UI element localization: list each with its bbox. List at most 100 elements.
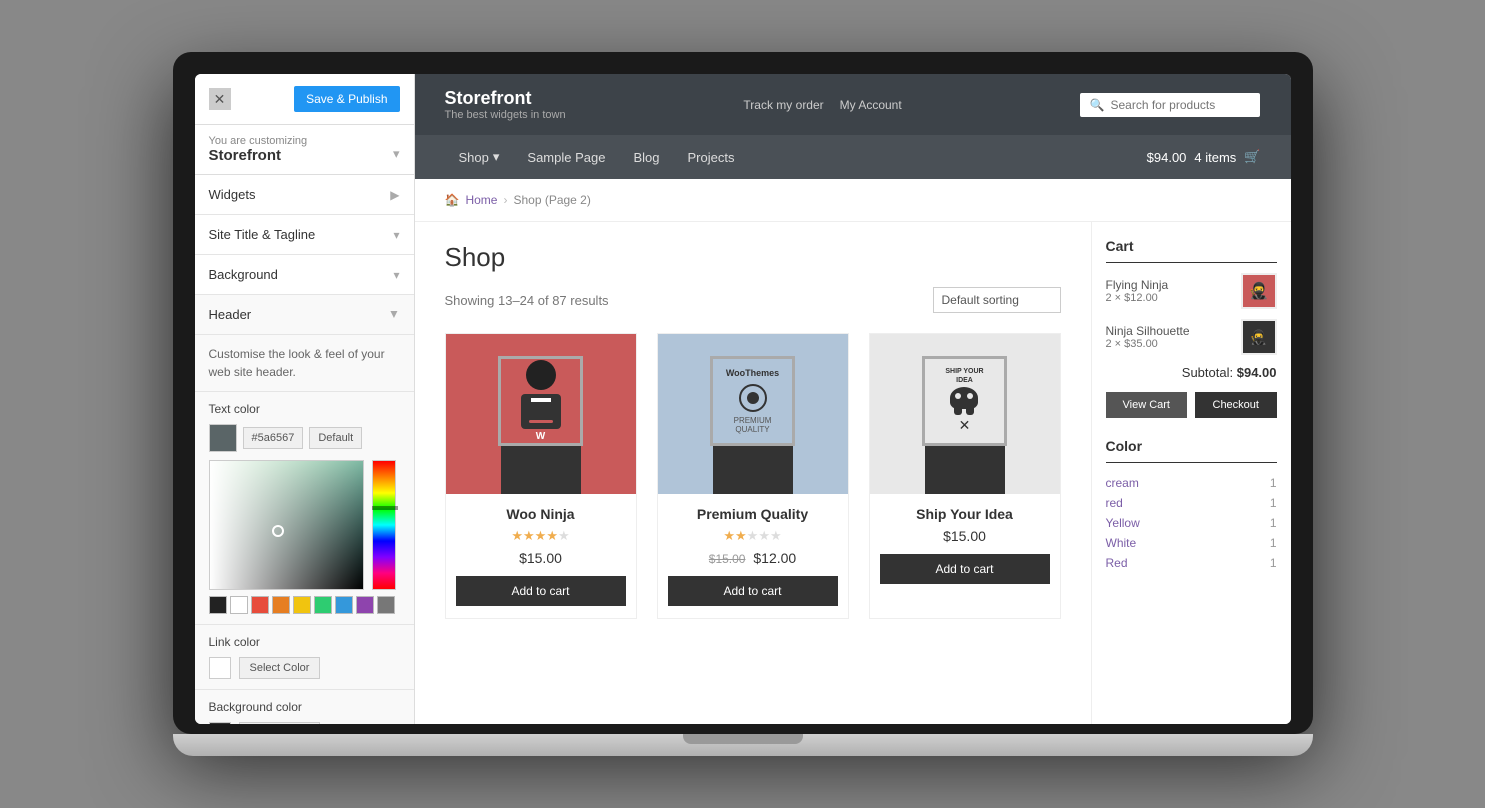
color-filter-cream[interactable]: cream 1 [1106,473,1277,493]
swatch-yellow[interactable] [293,596,311,614]
add-to-cart-ship[interactable]: Add to cart [880,554,1050,584]
swatch-green[interactable] [314,596,332,614]
link-color-control: Link color Select Color [195,625,414,690]
save-publish-button[interactable]: Save & Publish [294,86,399,112]
star-1: ★ [511,528,523,543]
product-ship-your-idea-name: Ship Your Idea [880,506,1050,522]
checkout-button[interactable]: Checkout [1195,392,1277,418]
store-brand: Storefront The best widgets in town [445,88,566,121]
add-to-cart-woo-ninja[interactable]: Add to cart [456,576,626,606]
shop-main: Shop Showing 13–24 of 87 results Default… [415,222,1091,724]
cart-icon: 🛒 [1244,149,1260,165]
menu-sample-page-label: Sample Page [527,150,605,165]
store-navbar: Shop ▾ Sample Page Blog Projects [415,135,1291,179]
bg-color-swatch[interactable] [209,722,231,724]
product-woo-ninja-name: Woo Ninja [456,506,626,522]
menu-item-header[interactable]: Header ▲ [195,295,414,335]
breadcrumb-home-icon: 🏠 [445,193,460,207]
content-area: Shop Showing 13–24 of 87 results Default… [415,222,1291,724]
menu-item-background-label: Background [209,267,278,282]
shop-meta: Showing 13–24 of 87 results Default sort… [445,287,1061,313]
bg-color-control: Background color Select Color [195,690,414,724]
menu-shop[interactable]: Shop ▾ [445,135,514,179]
swatch-red[interactable] [251,596,269,614]
cart-item-ninja-silhouette-img: 🥷 [1241,319,1277,355]
swatch-blue[interactable] [335,596,353,614]
old-price: $15.00 [709,552,746,566]
customizer-panel: ✕ Save & Publish You are customizing Sto… [195,74,415,724]
menu-item-site-title[interactable]: Site Title & Tagline ▾ [195,215,414,255]
panel-header: ✕ Save & Publish [195,74,414,125]
swatch-orange[interactable] [272,596,290,614]
product-ship-your-idea-price: $15.00 [880,528,1050,544]
picker-cursor [272,525,284,537]
color-name-yellow: Yellow [1106,516,1140,530]
gradient-picker[interactable] [209,460,364,590]
color-name-white: White [1106,536,1137,550]
color-picker-area [209,460,400,614]
star-2: ★ [523,528,535,543]
text-color-swatch[interactable] [209,424,237,452]
bg-select-color-button[interactable]: Select Color [239,722,321,724]
star-5: ★ [558,528,570,543]
track-order-link[interactable]: Track my order [743,98,823,112]
cart-item-flying-ninja-qty: 2 × $12.00 [1106,292,1169,304]
link-color-swatch[interactable] [209,657,231,679]
menu-projects[interactable]: Projects [674,135,749,179]
store-search: 🔍 [1080,93,1261,117]
link-select-color-button[interactable]: Select Color [239,657,321,679]
header-description: Customise the look & feel of your web si… [195,335,414,392]
store-nav-links: Track my order My Account [743,98,901,112]
menu-item-widgets[interactable]: Widgets ▶ [195,175,414,215]
color-name-Red: Red [1106,556,1128,570]
color-filter-Red[interactable]: Red 1 [1106,553,1277,573]
cart-item-ninja-silhouette-info: Ninja Silhouette 2 × $35.00 [1106,324,1190,350]
color-code-button[interactable]: #5a6567 [243,427,304,449]
menu-sample-page[interactable]: Sample Page [513,135,619,179]
swatch-white[interactable] [230,596,248,614]
laptop-frame: ✕ Save & Publish You are customizing Sto… [173,52,1313,756]
breadcrumb-sep: › [503,193,507,207]
search-input[interactable] [1110,98,1250,112]
menu-projects-label: Projects [688,150,735,165]
color-swatches-row [209,596,400,614]
menu-blog[interactable]: Blog [619,135,673,179]
my-account-link[interactable]: My Account [840,98,902,112]
product-woo-ninja-stars: ★★★★★ [456,528,626,544]
product-premium-quality-price: $15.00 $12.00 [668,550,838,566]
view-cart-button[interactable]: View Cart [1106,392,1188,418]
swatch-gray[interactable] [377,596,395,614]
menu-item-site-title-arrow: ▾ [393,228,399,242]
color-filter-section: Color cream 1 red 1 Yellow 1 [1106,438,1277,573]
hue-handle [372,506,398,510]
color-filter-white[interactable]: White 1 [1106,533,1277,553]
cart-info[interactable]: $94.00 4 items 🛒 [1147,149,1261,165]
color-filter-yellow[interactable]: Yellow 1 [1106,513,1277,533]
cart-section: Cart Flying Ninja 2 × $12.00 🥷 [1106,238,1277,418]
hue-slider[interactable] [372,460,396,590]
cart-buttons: View Cart Checkout [1106,392,1277,418]
menu-shop-arrow: ▾ [493,149,500,165]
cart-items-count: 4 items [1194,150,1236,165]
default-button[interactable]: Default [309,427,362,449]
breadcrumb-home-link[interactable]: Home [465,193,497,207]
product-ship-your-idea-image: SHIP YOUR IDEA [870,334,1060,494]
star-2: ★ [735,528,747,543]
menu-item-background[interactable]: Background ▾ [195,255,414,295]
shop-title: Shop [445,242,1061,273]
add-to-cart-premium[interactable]: Add to cart [668,576,838,606]
cart-total: $94.00 [1147,150,1187,165]
product-premium-quality-image: WooThemes PREMIUM QUALITY [658,334,848,494]
store-tagline: The best widgets in town [445,109,566,121]
color-count-white: 1 [1270,536,1277,550]
menu-blog-label: Blog [633,150,659,165]
cart-item-flying-ninja-info: Flying Ninja 2 × $12.00 [1106,278,1169,304]
store-topbar: Storefront The best widgets in town Trac… [415,74,1291,135]
text-color-buttons: #5a6567 Default [209,424,400,452]
swatch-purple[interactable] [356,596,374,614]
swatch-black[interactable] [209,596,227,614]
sort-select[interactable]: Default sortingSort by popularitySort by… [933,287,1061,313]
close-button[interactable]: ✕ [209,88,231,110]
color-filter-red[interactable]: red 1 [1106,493,1277,513]
product-premium-quality-name: Premium Quality [668,506,838,522]
